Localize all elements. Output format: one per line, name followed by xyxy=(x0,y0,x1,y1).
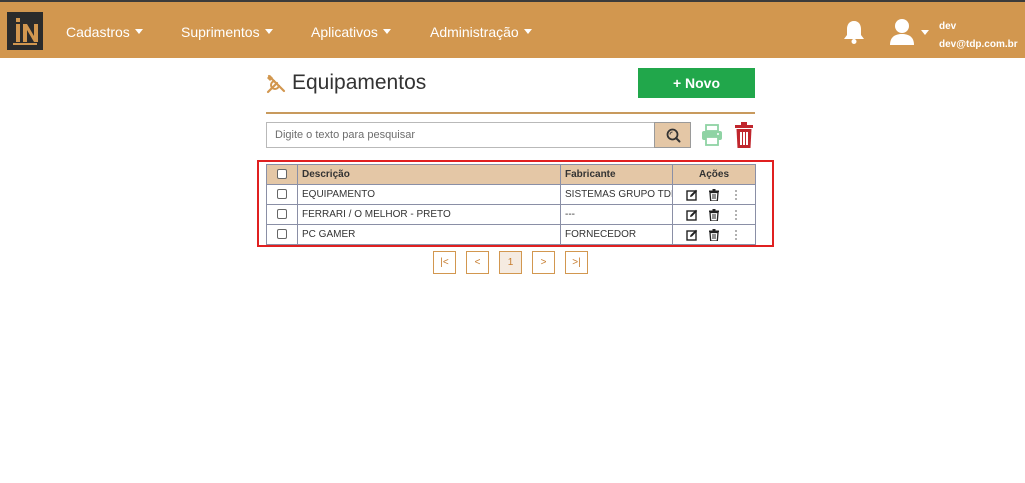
nav-aplicativos[interactable]: Aplicativos xyxy=(311,23,391,41)
nav-cadastros-label: Cadastros xyxy=(66,24,130,40)
pagination-last-button[interactable]: >| xyxy=(565,251,588,274)
nav-suprimentos[interactable]: Suprimentos xyxy=(181,23,273,41)
trash-icon[interactable] xyxy=(708,208,720,221)
print-icon[interactable] xyxy=(701,124,723,146)
equipment-table: Descrição Fabricante Ações EQUIPAMENTO S… xyxy=(266,164,756,245)
pagination-next-button[interactable]: > xyxy=(532,251,555,274)
cell-fabricante: --- xyxy=(560,204,673,225)
row-select-cell xyxy=(266,184,298,205)
row-select-cell xyxy=(266,224,298,245)
cell-fabricante: SISTEMAS GRUPO TDP xyxy=(560,184,673,205)
select-all-cell xyxy=(266,164,298,185)
search-icon xyxy=(666,128,681,143)
table-row: EQUIPAMENTO SISTEMAS GRUPO TDP xyxy=(266,184,756,205)
table-header-row: Descrição Fabricante Ações xyxy=(266,164,756,185)
column-header-fabricante[interactable]: Fabricante xyxy=(560,164,673,185)
user-icon[interactable] xyxy=(889,18,915,46)
nav-administracao-label: Administração xyxy=(430,24,519,40)
bell-icon[interactable] xyxy=(843,19,865,45)
column-header-acoes: Ações xyxy=(672,164,756,185)
pagination-first-button[interactable]: |< xyxy=(433,251,456,274)
trash-icon[interactable] xyxy=(708,228,720,241)
trash-icon[interactable] xyxy=(708,188,720,201)
search-input[interactable] xyxy=(266,122,654,148)
nav-aplicativos-label: Aplicativos xyxy=(311,24,378,40)
row-checkbox[interactable] xyxy=(277,189,287,200)
select-all-checkbox[interactable] xyxy=(277,169,287,180)
caret-down-icon xyxy=(134,29,143,34)
nav-cadastros[interactable]: Cadastros xyxy=(66,23,143,41)
tools-icon xyxy=(266,74,286,94)
edit-icon[interactable] xyxy=(686,209,698,221)
edit-icon[interactable] xyxy=(686,189,698,201)
cell-descricao: EQUIPAMENTO xyxy=(297,184,561,205)
column-header-descricao[interactable]: Descrição xyxy=(297,164,561,185)
caret-down-icon xyxy=(523,29,532,34)
user-menu-caret-icon[interactable] xyxy=(921,30,929,35)
cell-descricao: PC GAMER xyxy=(297,224,561,245)
caret-down-icon xyxy=(264,29,273,34)
nav-suprimentos-label: Suprimentos xyxy=(181,24,260,40)
cell-actions xyxy=(672,184,756,205)
row-select-cell xyxy=(266,204,298,225)
cell-actions xyxy=(672,204,756,225)
pagination-page-1[interactable]: 1 xyxy=(499,251,522,274)
more-icon[interactable] xyxy=(730,229,742,241)
user-email: dev@tdp.com.br xyxy=(939,39,1018,50)
caret-down-icon xyxy=(382,29,391,34)
nav-administracao[interactable]: Administração xyxy=(430,23,532,41)
edit-icon[interactable] xyxy=(686,229,698,241)
logo[interactable] xyxy=(7,12,43,50)
table-row: PC GAMER FORNECEDOR xyxy=(266,224,756,245)
row-checkbox[interactable] xyxy=(277,229,287,240)
new-button[interactable]: + Novo xyxy=(638,68,755,98)
delete-selected-trash-icon[interactable] xyxy=(734,122,754,148)
table-row: FERRARI / O MELHOR - PRETO --- xyxy=(266,204,756,225)
more-icon[interactable] xyxy=(730,209,742,221)
page-title: Equipamentos xyxy=(292,71,427,94)
pagination-prev-button[interactable]: < xyxy=(466,251,489,274)
cell-fabricante: FORNECEDOR xyxy=(560,224,673,245)
top-navbar: Cadastros Suprimentos Aplicativos Admini… xyxy=(0,0,1025,58)
row-checkbox[interactable] xyxy=(277,209,287,220)
cell-actions xyxy=(672,224,756,245)
search-button[interactable] xyxy=(654,122,691,148)
cell-descricao: FERRARI / O MELHOR - PRETO xyxy=(297,204,561,225)
user-name: dev xyxy=(939,21,957,32)
logo-icon xyxy=(9,14,41,48)
title-divider xyxy=(266,112,755,114)
more-icon[interactable] xyxy=(730,189,742,201)
